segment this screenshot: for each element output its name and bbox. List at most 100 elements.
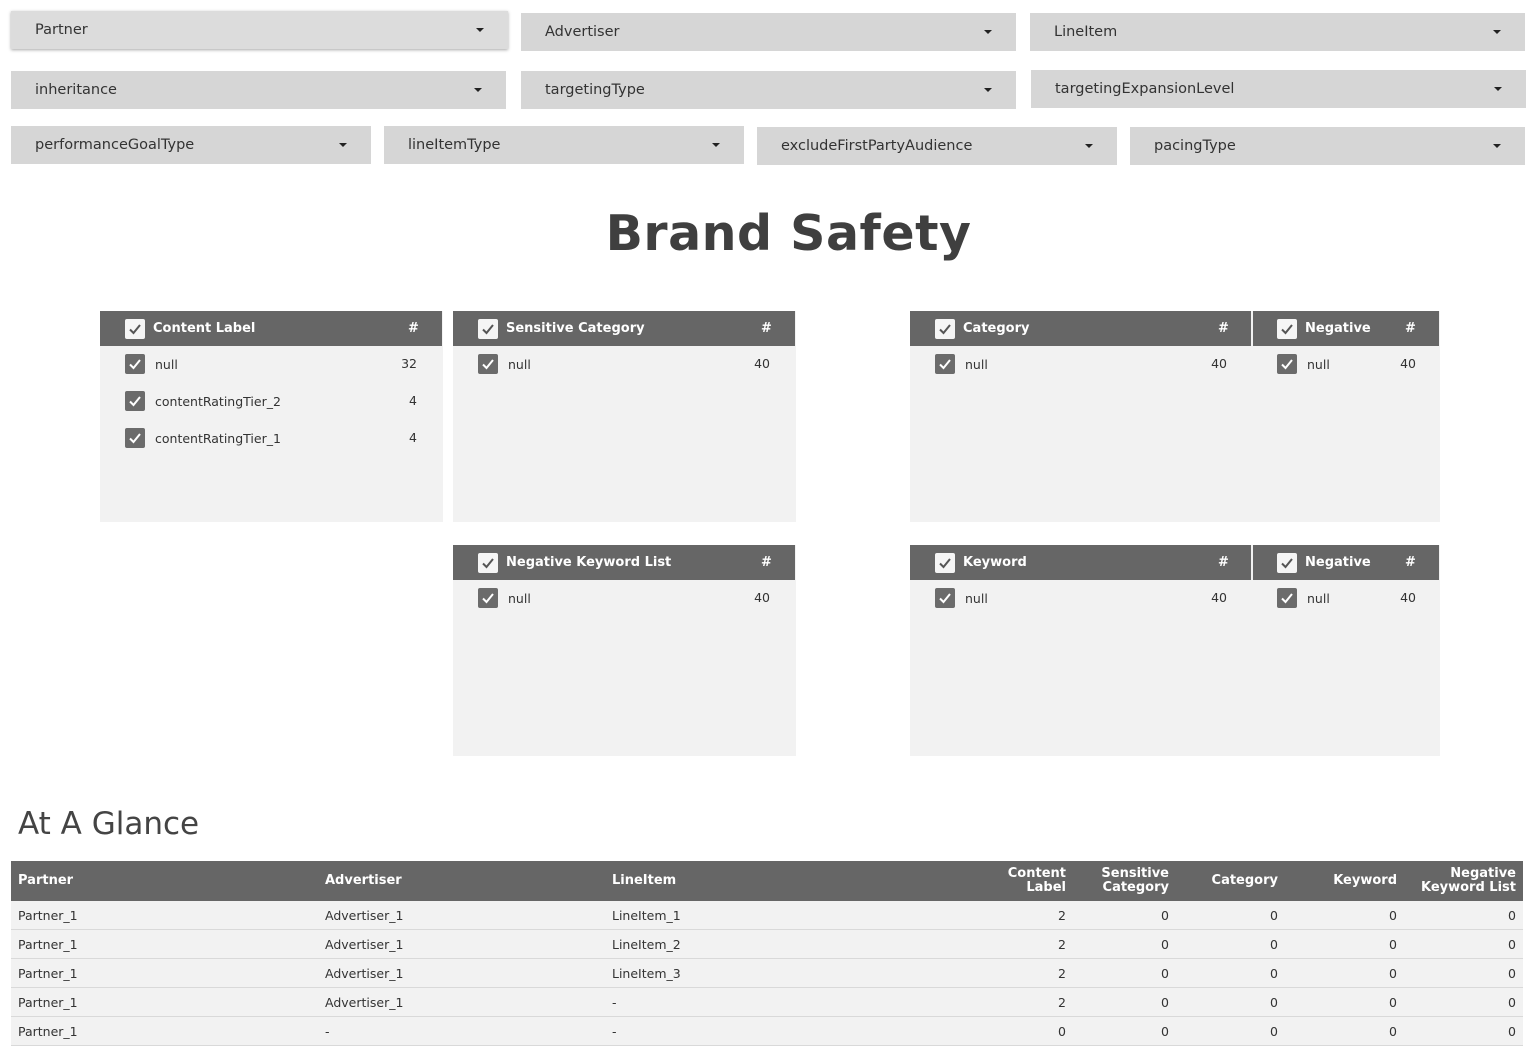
- list-item-count: 40: [754, 590, 770, 605]
- list-item[interactable]: contentRatingTier_1 4: [100, 428, 468, 448]
- panel-header: Negative Keyword List #: [453, 545, 795, 580]
- list-item[interactable]: null 40: [453, 354, 821, 374]
- column-header-label: Content: [1007, 866, 1066, 881]
- row-checkbox[interactable]: [1277, 354, 1297, 374]
- column-header-category[interactable]: Category: [1176, 861, 1285, 901]
- keyword-cell: 0: [1285, 1016, 1404, 1046]
- list-item-count: 4: [409, 430, 417, 445]
- select-all-checkbox[interactable]: [1277, 552, 1297, 573]
- row-checkbox[interactable]: [935, 588, 955, 608]
- row-checkbox[interactable]: [125, 428, 145, 448]
- select-all-checkbox[interactable]: [478, 318, 498, 339]
- count-header: #: [1218, 555, 1229, 570]
- list-item[interactable]: contentRatingTier_2 4: [100, 391, 468, 411]
- row-checkbox[interactable]: [1277, 588, 1297, 608]
- column-header-keyword[interactable]: Keyword: [1285, 861, 1404, 901]
- list-item-count: 40: [1211, 590, 1227, 605]
- chevron-down-icon: [984, 30, 992, 34]
- count-header: #: [408, 321, 419, 336]
- content-label-cell: 0: [987, 1016, 1073, 1046]
- table-header-row: Partner Advertiser LineItem Content Label…: [11, 861, 1523, 901]
- select-all-checkbox[interactable]: [478, 552, 498, 573]
- advertiser-filter[interactable]: Advertiser: [521, 13, 1016, 51]
- panel-header: Keyword #: [910, 545, 1251, 580]
- column-header-partner[interactable]: Partner: [11, 861, 318, 901]
- section-title: At A Glance: [18, 806, 200, 842]
- inheritance-filter[interactable]: inheritance: [11, 71, 506, 109]
- targeting-expansion-level-filter[interactable]: targetingExpansionLevel: [1031, 70, 1526, 108]
- table-row[interactable]: Partner_1 Advertiser_1 LineItem_1 2 0 0 …: [11, 901, 1523, 930]
- list-item[interactable]: null 40: [453, 588, 821, 608]
- count-header: #: [1218, 321, 1229, 336]
- column-header-sensitive-category[interactable]: Sensitive Category: [1073, 861, 1176, 901]
- targeting-type-filter[interactable]: targetingType: [521, 71, 1016, 109]
- pacing-type-filter[interactable]: pacingType: [1130, 127, 1525, 165]
- column-header-label: Keyword: [1333, 873, 1397, 888]
- list-item-label: null: [1307, 590, 1330, 606]
- panel-header: Sensitive Category #: [453, 311, 795, 346]
- performance-goal-type-filter[interactable]: performanceGoalType: [11, 126, 371, 164]
- column-header-label: Label: [1026, 880, 1066, 895]
- negative-keyword-list-panel: Negative Keyword List # null 40: [453, 545, 796, 756]
- panel-header-label: Negative: [1305, 555, 1371, 570]
- chevron-down-icon: [474, 88, 482, 92]
- content-label-cell: 2: [987, 929, 1073, 959]
- checkmark-icon: [129, 396, 141, 407]
- select-all-checkbox[interactable]: [125, 318, 145, 339]
- column-header-negative-keyword-list[interactable]: Negative Keyword List: [1404, 861, 1523, 901]
- row-checkbox[interactable]: [125, 391, 145, 411]
- sensitive-category-cell: 0: [1073, 901, 1176, 930]
- negative-keyword-list-cell: 0: [1404, 987, 1523, 1017]
- list-item[interactable]: null 32: [100, 354, 468, 374]
- row-checkbox[interactable]: [125, 354, 145, 374]
- list-item-label: null: [155, 356, 178, 372]
- negative-keyword-list-cell: 0: [1404, 958, 1523, 988]
- chevron-down-icon: [1085, 144, 1093, 148]
- targeting-type-filter-label: targetingType: [545, 82, 645, 98]
- negative-keyword-list-cell: 0: [1404, 1016, 1523, 1046]
- select-all-checkbox[interactable]: [1277, 318, 1297, 339]
- checkmark-icon: [1281, 593, 1293, 604]
- sensitive-category-cell: 0: [1073, 958, 1176, 988]
- partner-filter[interactable]: Partner: [11, 11, 508, 49]
- column-header-advertiser[interactable]: Advertiser: [318, 861, 605, 901]
- partner-cell: Partner_1: [11, 901, 318, 930]
- select-all-checkbox[interactable]: [935, 552, 955, 573]
- checkmark-icon: [939, 557, 951, 568]
- panel-header: Content Label #: [100, 311, 442, 346]
- keyword-panel: Keyword # Negative # null 40 null 40: [910, 545, 1440, 756]
- panel-header-label: Sensitive Category: [506, 321, 645, 336]
- table-row[interactable]: Partner_1 Advertiser_1 LineItem_3 2 0 0 …: [11, 958, 1523, 988]
- list-item-label: null: [965, 356, 988, 372]
- keyword-cell: 0: [1285, 958, 1404, 988]
- table-row[interactable]: Partner_1 Advertiser_1 - 2 0 0 0 0: [11, 987, 1523, 1017]
- list-item[interactable]: null 40: [910, 354, 1276, 374]
- keyword-cell: 0: [1285, 987, 1404, 1017]
- select-all-checkbox[interactable]: [935, 318, 955, 339]
- chevron-down-icon: [1493, 144, 1501, 148]
- column-header-label: Advertiser: [325, 873, 402, 888]
- table-row[interactable]: Partner_1 - - 0 0 0 0 0: [11, 1016, 1523, 1046]
- line-item-type-filter[interactable]: lineItemType: [384, 126, 744, 164]
- list-item[interactable]: null 40: [1253, 354, 1463, 374]
- advertiser-cell: -: [318, 1016, 605, 1046]
- row-checkbox[interactable]: [478, 588, 498, 608]
- checkmark-icon: [482, 557, 494, 568]
- line-item-type-filter-label: lineItemType: [408, 137, 501, 153]
- list-item[interactable]: null 40: [1253, 588, 1463, 608]
- row-checkbox[interactable]: [478, 354, 498, 374]
- column-header-content-label[interactable]: Content Label: [987, 861, 1073, 901]
- checkmark-icon: [482, 593, 494, 604]
- page-title: Brand Safety: [605, 205, 972, 262]
- lineitem-cell: -: [605, 987, 987, 1017]
- exclude-first-party-audience-filter[interactable]: excludeFirstPartyAudience: [757, 127, 1117, 165]
- negative-keyword-list-cell: 0: [1404, 901, 1523, 930]
- category-cell: 0: [1176, 1016, 1285, 1046]
- row-checkbox[interactable]: [935, 354, 955, 374]
- negative-panel-header: Negative #: [1253, 545, 1439, 580]
- list-item-label: contentRatingTier_1: [155, 430, 281, 446]
- table-row[interactable]: Partner_1 Advertiser_1 LineItem_2 2 0 0 …: [11, 929, 1523, 959]
- lineitem-filter[interactable]: LineItem: [1030, 13, 1525, 51]
- column-header-lineitem[interactable]: LineItem: [605, 861, 987, 901]
- list-item[interactable]: null 40: [910, 588, 1276, 608]
